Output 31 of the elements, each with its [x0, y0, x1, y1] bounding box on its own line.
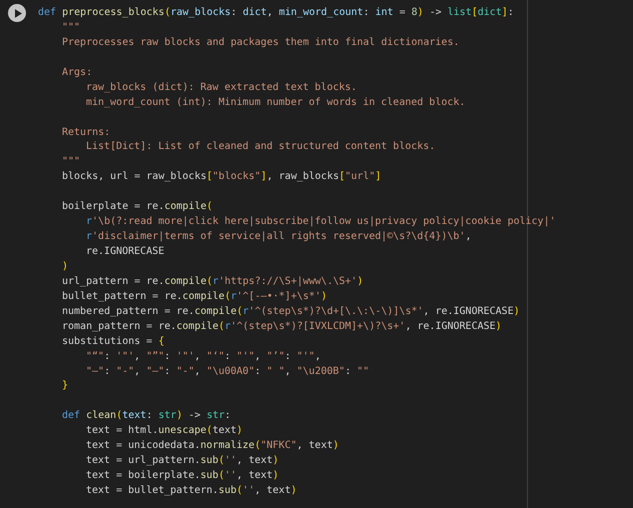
- code-line: "“": '"', "”": '"', "‘": "'", "’": "'",: [86, 350, 321, 362]
- code-line: roman_pattern = re.compile(r'^(step\s*)?[IVXLCDM]+\)?\s+', re.IGNORECASE): [62, 320, 502, 332]
- code-line: text = unicodedata.normalize("NFKC", text): [86, 440, 339, 452]
- code-line: """: [62, 156, 80, 168]
- code-line: boilerplate = re.compile(: [62, 201, 213, 212]
- code-line: substitutions = {: [62, 336, 164, 347]
- code-line: "–": "-", "—": "-", "\u00A0": " ", "\u200B": "": [86, 366, 370, 376]
- code-line: Preprocesses raw blocks and packages them into final dictionaries.: [62, 36, 460, 48]
- code-line: re.IGNORECASE: [86, 246, 164, 257]
- code-line: Returns:: [62, 126, 110, 138]
- code-line: List[Dict]: List of cleaned and structured content blocks.: [86, 141, 436, 152]
- code-line: url_pattern = re.compile(r'https?://\S+|www\.\S+'): [62, 276, 364, 287]
- code-line: ): [62, 260, 68, 272]
- code-line: text = url_pattern.sub('', text): [86, 455, 279, 466]
- code-line: blocks, url = raw_blocks["blocks"], raw_blocks["url"]: [62, 171, 382, 182]
- code-line: Args:: [62, 66, 92, 78]
- code-line: text = boilerplate.sub('', text): [86, 470, 279, 482]
- code-line: raw_blocks (dict): Raw extracted text blocks.: [86, 82, 357, 93]
- code-line: bullet_pattern = re.compile(r'^[-–•·*]+\s*'): [62, 290, 327, 302]
- code-line: """: [62, 22, 80, 33]
- code-line: numbered_pattern = re.compile(r'^(step\s*)?\d+[\.\:\-\)]\s*', re.IGNORECASE): [62, 306, 520, 317]
- code-line: r'disclaimer|terms of service|all rights reserved|©\s?\d{4})\b',: [86, 231, 472, 242]
- code-line: def clean(text: str) -> str:: [62, 410, 231, 422]
- run-button[interactable]: [8, 4, 26, 22]
- code-line: min_word_count (int): Minimum number of words in cleaned block.: [86, 96, 466, 108]
- code-line: text = html.unescape(text): [86, 425, 243, 436]
- code-line: }: [62, 380, 68, 392]
- code-line: def preprocess_blocks(raw_blocks: dict, min_word_count: int = 8) -> list[dict]:: [38, 7, 514, 18]
- play-icon: [14, 8, 22, 18]
- code-line: text = bullet_pattern.sub('', text): [86, 485, 297, 496]
- code-line: r'\b(?:read more|click here|subscribe|follow us|privacy policy|cookie policy|': [86, 216, 556, 228]
